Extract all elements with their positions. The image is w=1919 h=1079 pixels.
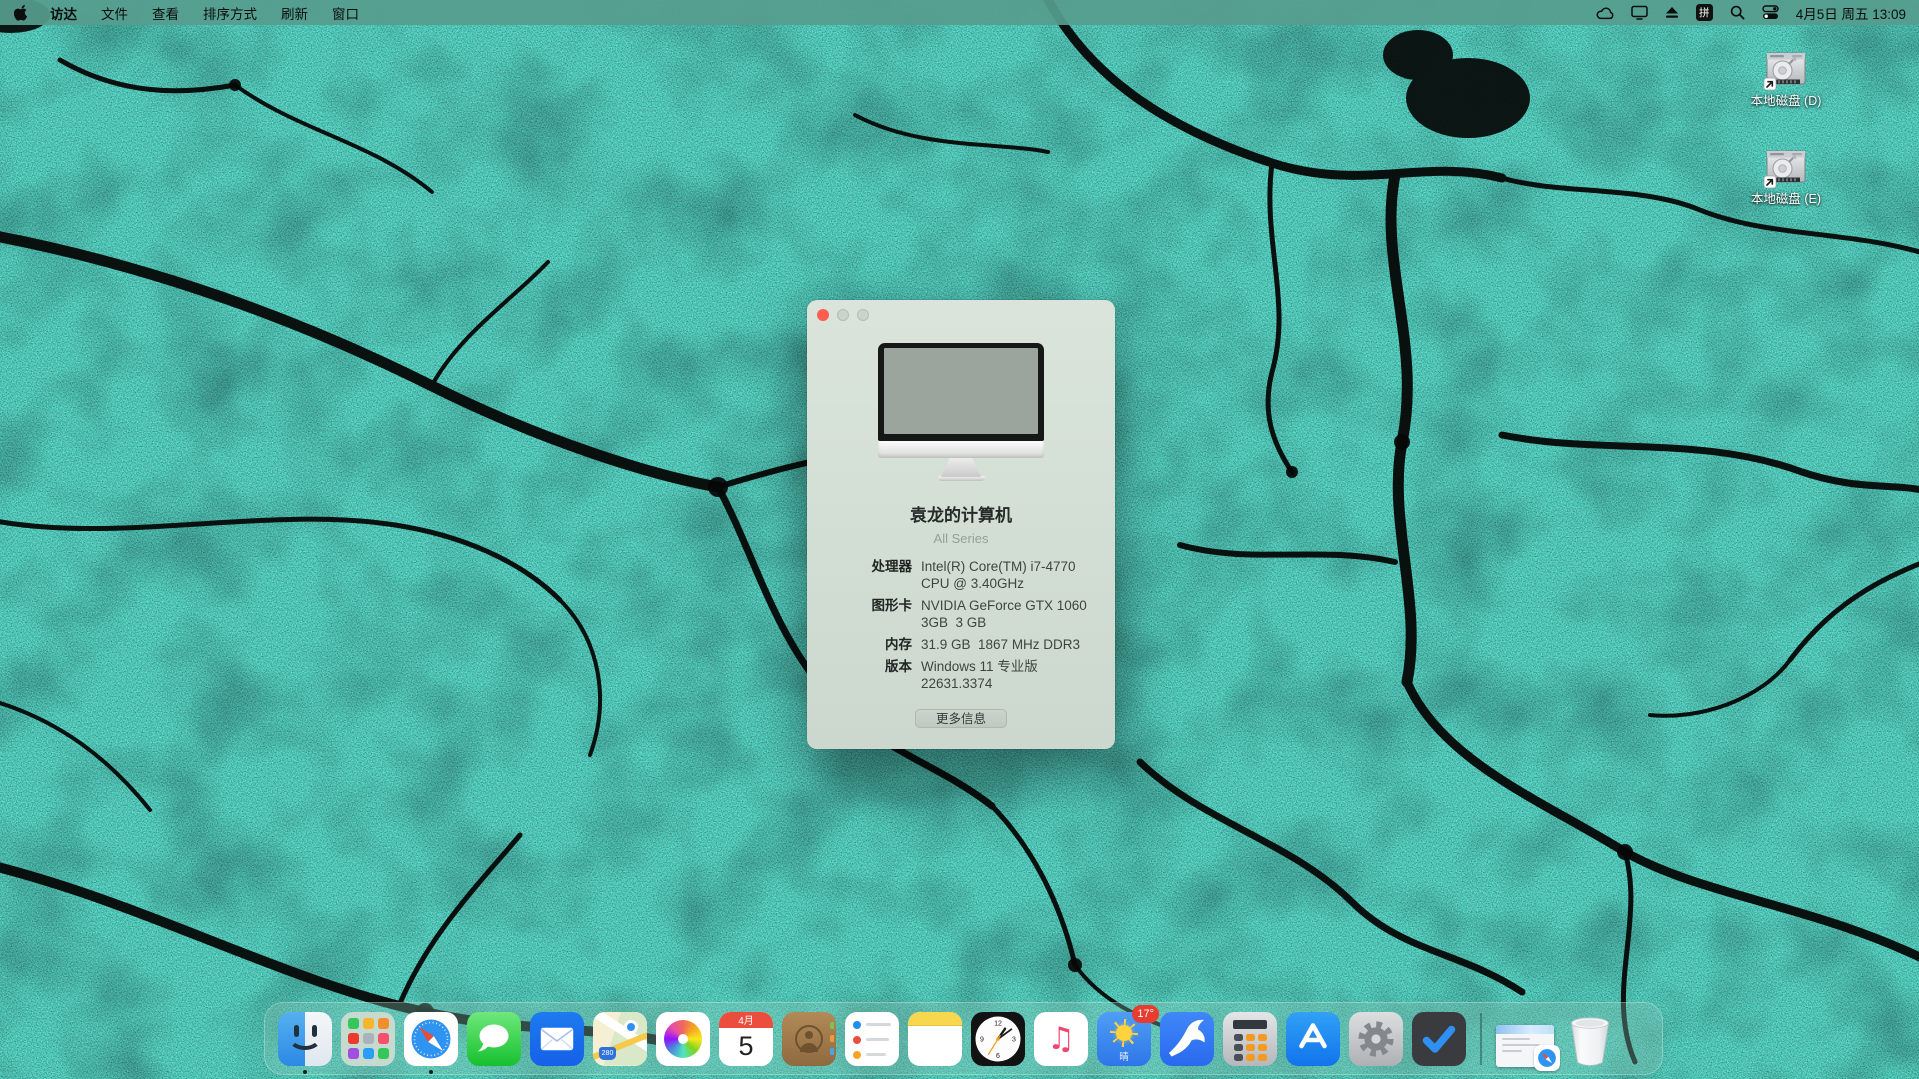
calendar-month: 4月 bbox=[719, 1012, 773, 1028]
input-method-icon[interactable]: 拼 bbox=[1696, 4, 1713, 21]
imac-screen bbox=[884, 348, 1038, 434]
maps-highway-shield: 280 bbox=[599, 1047, 616, 1060]
menu-bar-clock[interactable]: 4月5日 周五 13:09 bbox=[1796, 3, 1906, 23]
desktop-icon-label: 本地磁盘 (E) bbox=[1742, 192, 1830, 206]
menu-item-window[interactable]: 窗口 bbox=[332, 3, 359, 23]
menu-item-refresh[interactable]: 刷新 bbox=[281, 3, 308, 23]
control-center-icon[interactable] bbox=[1762, 5, 1779, 20]
spec-label-version: 版本 bbox=[807, 658, 912, 675]
more-info-button[interactable]: 更多信息 bbox=[915, 709, 1007, 728]
speech-bubble-icon bbox=[467, 1012, 521, 1066]
dock-icon-todo[interactable] bbox=[1412, 1012, 1466, 1066]
search-icon[interactable] bbox=[1730, 5, 1745, 20]
checkmark-icon bbox=[1412, 1012, 1466, 1066]
dock-icon-app-store[interactable] bbox=[1286, 1012, 1340, 1066]
weather-condition: 晴 bbox=[1097, 1049, 1151, 1063]
desktop-icon-disk-d[interactable]: 本地磁盘 (D) bbox=[1742, 50, 1830, 108]
computer-name: 袁龙的计算机 bbox=[807, 501, 1115, 526]
flower-icon bbox=[664, 1020, 702, 1058]
eject-icon[interactable] bbox=[1665, 6, 1679, 19]
compass-icon bbox=[409, 1017, 453, 1061]
gear-icon bbox=[1351, 1014, 1401, 1064]
dock-icon-calculator[interactable] bbox=[1223, 1012, 1277, 1066]
spec-value-cpu: Intel(R) Core(TM) i7-4770 CPU @ 3.40GHz bbox=[921, 558, 1103, 592]
maps-location-dot bbox=[624, 1020, 638, 1034]
sun-icon bbox=[1110, 1019, 1138, 1047]
hard-drive-icon bbox=[1763, 50, 1809, 92]
desktop-icon-disk-e[interactable]: 本地磁盘 (E) bbox=[1742, 148, 1830, 206]
bird-icon bbox=[1160, 1012, 1214, 1066]
spec-value-gpu: NVIDIA GeForce GTX 1060 3GB 3 GB bbox=[921, 597, 1103, 631]
about-this-computer-window: 袁龙的计算机 All Series 处理器 Intel(R) Core(TM) … bbox=[807, 300, 1115, 749]
spec-label-cpu: 处理器 bbox=[807, 558, 912, 575]
dock-icon-safari[interactable] bbox=[404, 1012, 458, 1066]
cloud-icon[interactable] bbox=[1596, 6, 1614, 20]
spec-label-memory: 内存 bbox=[807, 636, 912, 653]
minimize-button[interactable] bbox=[837, 309, 849, 321]
dock-icon-messages[interactable] bbox=[467, 1012, 521, 1066]
desktop-icon-label: 本地磁盘 (D) bbox=[1742, 94, 1830, 108]
spec-list: 处理器 Intel(R) Core(TM) i7-4770 CPU @ 3.40… bbox=[807, 558, 1115, 692]
dock-icon-music[interactable]: ♫ bbox=[1034, 1012, 1088, 1066]
menu-bar: 访达 文件 查看 排序方式 刷新 窗口 拼 4月5日 周五 13:09 bbox=[0, 0, 1919, 25]
dock-icon-contacts[interactable] bbox=[782, 1012, 836, 1066]
hard-drive-icon bbox=[1763, 148, 1809, 190]
menu-item-view[interactable]: 查看 bbox=[152, 3, 179, 23]
weather-temperature-badge: 17° bbox=[1132, 1005, 1159, 1023]
zoom-button[interactable] bbox=[857, 309, 869, 321]
apple-menu-icon[interactable] bbox=[14, 4, 30, 22]
computer-model: All Series bbox=[807, 531, 1115, 546]
svg-text:6: 6 bbox=[996, 1053, 1000, 1060]
dock-icon-finder[interactable] bbox=[278, 1012, 332, 1066]
svg-text:12: 12 bbox=[994, 1020, 1002, 1027]
spec-label-gpu: 图形卡 bbox=[807, 597, 912, 614]
dock-icon-clock[interactable]: 12 3 6 9 bbox=[971, 1012, 1025, 1066]
calculator-display bbox=[1233, 1020, 1267, 1029]
app-store-a-icon bbox=[1286, 1012, 1340, 1066]
trash-basket-icon bbox=[1568, 1015, 1612, 1069]
dock-icon-calendar[interactable]: 4月 5 bbox=[719, 1012, 773, 1066]
menu-item-file[interactable]: 文件 bbox=[101, 3, 128, 23]
display-icon[interactable] bbox=[1631, 5, 1648, 20]
window-controls bbox=[817, 309, 869, 321]
spec-value-memory: 31.9 GB 1867 MHz DDR3 bbox=[921, 636, 1103, 653]
music-note-icon: ♫ bbox=[1047, 1021, 1075, 1057]
dock-icon-thunder[interactable] bbox=[1160, 1012, 1214, 1066]
calendar-day: 5 bbox=[719, 1028, 773, 1066]
dock-icon-launchpad[interactable] bbox=[341, 1012, 395, 1066]
dock-icon-trash[interactable] bbox=[1563, 1011, 1617, 1069]
envelope-icon bbox=[540, 1027, 574, 1051]
analog-clock-icon: 12 3 6 9 bbox=[971, 1012, 1025, 1066]
dock-icon-maps[interactable]: 280 bbox=[593, 1012, 647, 1066]
dock-icon-settings[interactable] bbox=[1349, 1012, 1403, 1066]
menu-app-name[interactable]: 访达 bbox=[50, 3, 77, 23]
dock-icon-weather[interactable]: 17° 晴 bbox=[1097, 1012, 1151, 1066]
svg-text:3: 3 bbox=[1012, 1036, 1016, 1043]
svg-text:9: 9 bbox=[980, 1036, 984, 1043]
spec-value-version: Windows 11 专业版 22631.3374 bbox=[921, 658, 1103, 692]
window-thumbnail-toolbar bbox=[1496, 1025, 1554, 1034]
dock-icon-photos[interactable] bbox=[656, 1012, 710, 1066]
dock-icon-mail[interactable] bbox=[530, 1012, 584, 1066]
person-silhouette-icon bbox=[795, 1025, 823, 1053]
close-button[interactable] bbox=[817, 309, 829, 321]
dock-icon-reminders[interactable] bbox=[845, 1012, 899, 1066]
imac-illustration bbox=[878, 343, 1044, 481]
dock-separator bbox=[1480, 1013, 1482, 1065]
menu-item-sort[interactable]: 排序方式 bbox=[203, 3, 257, 23]
safari-badge-icon bbox=[1534, 1045, 1560, 1071]
dock-icon-notes[interactable] bbox=[908, 1012, 962, 1066]
dock-minimized-safari-window[interactable] bbox=[1496, 1025, 1554, 1067]
dock: 280 4月 5 bbox=[264, 1002, 1663, 1075]
